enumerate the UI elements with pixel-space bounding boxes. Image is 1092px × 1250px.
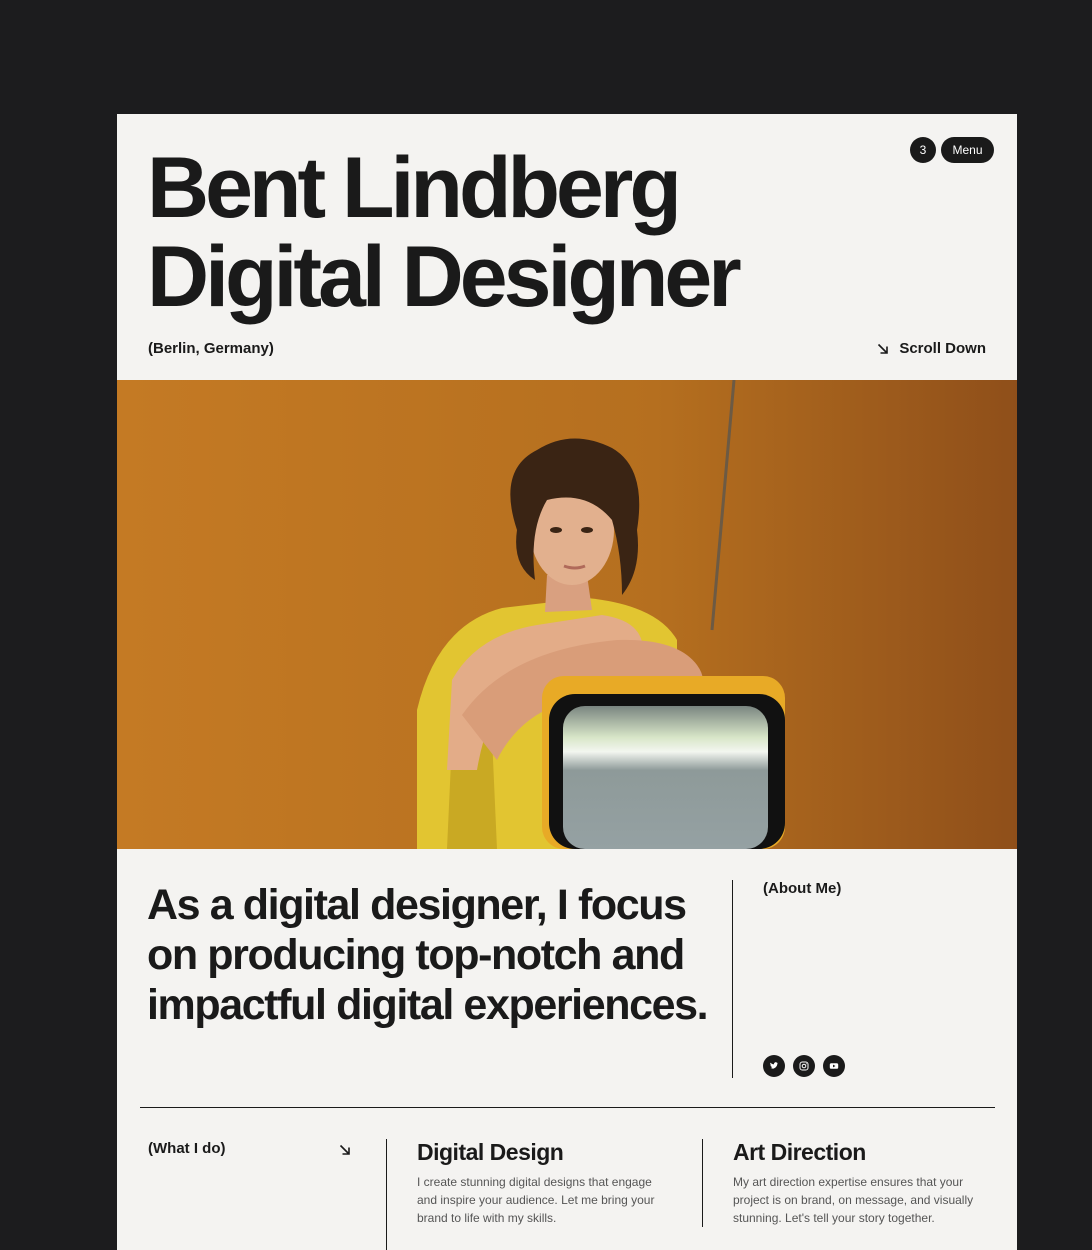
- about-divider: [732, 880, 733, 1078]
- services-divider: [386, 1139, 387, 1250]
- scroll-down-link[interactable]: Scroll Down: [877, 340, 986, 357]
- about-statement: As a digital designer, I focus on produc…: [147, 881, 709, 1029]
- service-description: My art direction expertise ensures that …: [733, 1175, 974, 1225]
- menu-button[interactable]: Menu: [941, 137, 994, 163]
- scroll-down-label: Scroll Down: [899, 340, 986, 357]
- service-title: Art Direction: [733, 1139, 866, 1165]
- top-nav: 3 Menu: [910, 137, 994, 163]
- hero-title-role: Digital Designer: [147, 229, 742, 325]
- about-me-label: (About Me): [763, 880, 842, 897]
- hero-photo: [117, 380, 1017, 849]
- service-title: Digital Design: [417, 1139, 564, 1165]
- portrait-image: [117, 380, 1017, 849]
- arrow-down-right-icon: [878, 343, 889, 354]
- count-badge[interactable]: 3: [910, 137, 936, 163]
- service-description: I create stunning digital designs that e…: [417, 1175, 655, 1225]
- location-label: (Berlin, Germany): [148, 340, 274, 357]
- hero-title-name: Bent Lindberg: [147, 140, 682, 236]
- what-i-do-label: (What I do): [148, 1140, 226, 1157]
- section-divider: [140, 1107, 995, 1108]
- instagram-icon[interactable]: [793, 1055, 815, 1077]
- portfolio-page: 3 Menu Bent Lindberg Digital Designer (B…: [117, 114, 1017, 1250]
- twitter-icon[interactable]: [763, 1055, 785, 1077]
- social-links: [763, 1055, 845, 1077]
- youtube-icon[interactable]: [823, 1055, 845, 1077]
- arrow-down-right-icon: [339, 1144, 350, 1155]
- services-divider: [702, 1139, 703, 1227]
- hero-title: Bent Lindberg Digital Designer: [147, 140, 742, 325]
